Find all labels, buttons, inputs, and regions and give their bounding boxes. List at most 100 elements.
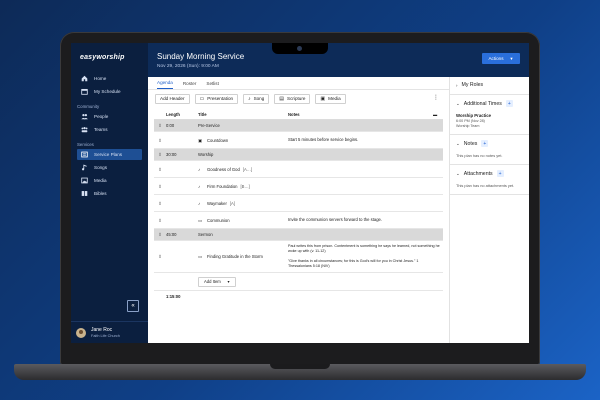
sidebar-item-label: Media <box>94 178 107 183</box>
sidebar-item-service-plans[interactable]: Service Plans <box>77 149 142 160</box>
section-title: My Roles <box>461 82 484 88</box>
drag-handle-icon[interactable]: ⠿ <box>154 232 166 237</box>
app-screen: easyworship Home My Schedule Community P… <box>71 43 529 343</box>
sidebar-item-label: My Schedule <box>94 89 121 94</box>
total-row: 1:15:00 <box>154 291 443 301</box>
sidebar-item-label: Teams <box>94 127 108 132</box>
laptop-base <box>14 364 586 380</box>
table-row[interactable]: ⠿ ▣ Countdown Start 5 minutes before serv… <box>154 132 443 149</box>
row-notes <box>288 153 443 157</box>
presentation-icon: ▭ <box>198 217 202 223</box>
sidebar-item-label: People <box>94 114 109 119</box>
sidebar-item-media[interactable]: Media <box>71 175 148 186</box>
row-notes <box>288 124 443 128</box>
row-notes <box>288 233 443 237</box>
media-icon: ▣ <box>198 137 202 143</box>
drag-handle-icon[interactable]: ⠿ <box>154 138 166 143</box>
body: Agenda Roster Setlist Add Header ▭ Presen… <box>148 77 529 343</box>
additional-times-header[interactable]: ⌄ Additional Times + <box>456 100 523 107</box>
add-item-row: Add Item ▼ <box>154 273 443 291</box>
user-org: Faith Life Church <box>91 334 120 338</box>
table-row[interactable]: ⠿ ♪ Goodness of God [A…] <box>154 161 443 178</box>
drag-handle-icon[interactable]: ⠿ <box>154 184 166 189</box>
row-title: Worship <box>198 152 214 157</box>
table-row[interactable]: ⠿ ▭ Finding Gratitude in the Storm Paul w… <box>154 241 443 273</box>
add-attachment-button[interactable]: + <box>496 170 504 177</box>
more-options-icon[interactable]: ⋮ <box>433 94 439 101</box>
drag-handle-icon[interactable]: ⠿ <box>154 218 166 223</box>
app-logo: easyworship <box>80 53 125 61</box>
event-time: 6:00 PM (Nov 28) <box>456 119 485 123</box>
avatar <box>76 327 86 338</box>
row-title-cell: ♪ Goodness of God [A…] <box>198 167 288 172</box>
add-song-button[interactable]: ♪ Song <box>243 93 270 104</box>
row-notes: Invite the communion servers forward to … <box>288 217 383 223</box>
user-profile[interactable]: Jane Roc Faith Life Church <box>71 321 148 343</box>
sidebar-item-my-schedule[interactable]: My Schedule <box>71 86 148 97</box>
section-row[interactable]: ⠿ 30:00 Worship <box>154 149 443 161</box>
add-time-button[interactable]: + <box>505 100 513 107</box>
row-keys: [B…] <box>240 183 250 189</box>
tab-setlist[interactable]: Setlist <box>206 81 219 89</box>
row-title: Sermon <box>198 232 213 237</box>
section-row[interactable]: ⠿ 45:00 Sermon <box>154 229 443 241</box>
row-title: Goodness of God <box>207 166 240 172</box>
drag-handle-icon[interactable]: ⠿ <box>154 201 166 206</box>
column-notes: Notes <box>288 111 300 117</box>
add-item-button[interactable]: Add Item ▼ <box>198 276 237 287</box>
row-notes <box>288 184 443 188</box>
presentation-icon: ▭ <box>198 254 202 259</box>
service-header: Sunday Morning Service Nov 29, 2026 (Sun… <box>148 43 529 77</box>
row-notes: Start 5 minutes before service begins. <box>288 137 359 143</box>
plan-side-panel: › My Roles ⌄ Additional Times + Worship Pra… <box>450 77 529 343</box>
sidebar-section-community: Community <box>77 104 100 109</box>
agenda-grid: Length Title Notes ▬ ⠿ 0:00 Pre-Service … <box>154 110 443 301</box>
home-icon <box>81 75 88 82</box>
button-label: Add Item <box>204 279 221 284</box>
add-presentation-button[interactable]: ▭ Presentation <box>194 93 239 104</box>
camera-notch <box>272 43 328 54</box>
tab-roster[interactable]: Roster <box>183 81 197 89</box>
row-title-cell: ♪ Waymaker [A] <box>198 201 288 206</box>
table-row[interactable]: ⠿ ♪ Firm Foundation [B…] <box>154 178 443 195</box>
actions-button[interactable]: Actions ▼ <box>482 53 520 64</box>
collapse-sidebar-button[interactable]: « <box>127 300 139 312</box>
teams-icon <box>81 126 88 133</box>
sidebar-item-songs[interactable]: Songs <box>71 162 148 173</box>
drag-handle-icon[interactable]: ⠿ <box>154 254 166 259</box>
table-row[interactable]: ⠿ ♪ Waymaker [A] <box>154 195 443 212</box>
tab-agenda[interactable]: Agenda <box>157 80 173 89</box>
section-row[interactable]: ⠿ 0:00 Pre-Service <box>154 120 443 132</box>
row-notes <box>288 167 443 171</box>
attachments-header[interactable]: ⌄ Attachments + <box>456 170 523 177</box>
add-scripture-button[interactable]: ▤ Scripture <box>274 93 311 104</box>
sidebar-item-home[interactable]: Home <box>71 73 148 84</box>
sidebar-item-teams[interactable]: Teams <box>71 124 148 135</box>
sidebar-item-people[interactable]: People <box>71 111 148 122</box>
add-note-button[interactable]: + <box>481 140 489 147</box>
drag-handle-icon[interactable]: ⠿ <box>154 123 166 128</box>
chevron-down-icon: ⌄ <box>456 100 460 106</box>
event-item[interactable]: Worship Practice 6:00 PM (Nov 28) Worshi… <box>456 113 523 128</box>
sidebar-item-bibles[interactable]: Bibles <box>71 188 148 199</box>
drag-handle-icon[interactable]: ⠿ <box>154 167 166 172</box>
drag-handle-icon[interactable]: ⠿ <box>154 152 166 157</box>
add-media-button[interactable]: ▣ Media <box>315 93 346 104</box>
row-length: 0:00 <box>166 123 175 128</box>
row-title: Firm Foundation <box>207 183 238 189</box>
sidebar-section-services: Services <box>77 142 94 147</box>
media-icon <box>81 177 88 184</box>
button-label: Song <box>253 96 265 101</box>
notes-header[interactable]: ⌄ Notes + <box>456 140 523 147</box>
row-notes <box>288 201 443 205</box>
people-icon <box>81 113 88 120</box>
notes-section: ⌄ Notes + This plan has no notes yet. <box>450 135 529 165</box>
my-roles-header[interactable]: › My Roles <box>456 82 523 88</box>
column-options-icon[interactable]: ▬ <box>433 112 443 117</box>
row-title: Pre-Service <box>198 123 220 128</box>
book-icon: ▤ <box>279 95 285 102</box>
table-row[interactable]: ⠿ ▭ Communion Invite the communion server… <box>154 212 443 229</box>
chevron-down-icon: ⌄ <box>456 140 460 146</box>
add-header-button[interactable]: Add Header <box>155 93 190 104</box>
row-title: Waymaker <box>207 200 227 206</box>
